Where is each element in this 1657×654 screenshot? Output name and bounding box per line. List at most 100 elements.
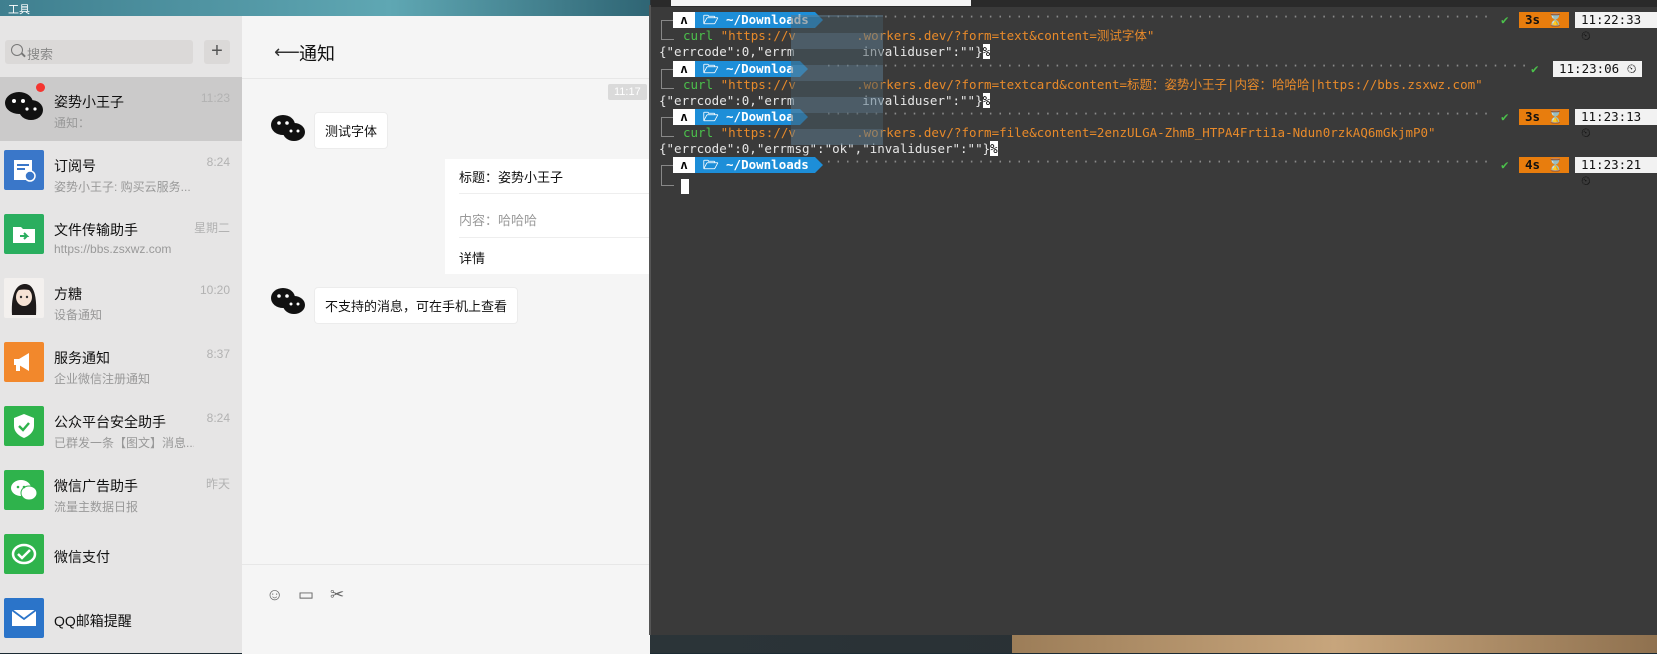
- status-ok: ✔: [1531, 61, 1539, 76]
- shield-check-icon: [4, 406, 44, 446]
- status-ok: ✔: [1501, 109, 1509, 124]
- prompt-bracket: [661, 29, 674, 40]
- desktop-label: 工具: [8, 4, 30, 16]
- time-badge: 11:23:06 ⏲: [1553, 61, 1643, 77]
- card-content: 内容：哈哈哈: [459, 213, 538, 228]
- terminal-cursor: [681, 179, 689, 194]
- conversation-time: 8:37: [206, 347, 230, 361]
- emoji-icon[interactable]: ☺: [266, 585, 283, 605]
- search-icon: [11, 44, 23, 56]
- wechat-bot-avatar: [270, 113, 306, 143]
- conversation-item[interactable]: 方糖 设备通知 10:20: [0, 269, 242, 333]
- terminal-tab: [671, 0, 971, 6]
- arch-icon: ʌ: [673, 12, 695, 28]
- mail-icon: [4, 598, 44, 638]
- status-ok: ✔: [1501, 12, 1509, 27]
- back-arrow-icon[interactable]: ⟵: [274, 42, 300, 63]
- command-name: curl: [683, 28, 721, 43]
- message-timestamp: 11:17: [608, 84, 647, 100]
- divider: [459, 193, 650, 194]
- time-badge: 11:23:21 ⏲: [1575, 157, 1657, 188]
- command-name: curl: [683, 77, 721, 92]
- conversation-item[interactable]: 微信广告助手 流量主数据日报 昨天: [0, 461, 242, 525]
- duration-badge: 3s ⌛: [1519, 12, 1570, 28]
- conversation-item[interactable]: QQ邮箱提醒: [0, 589, 242, 653]
- arch-icon: ʌ: [673, 109, 695, 125]
- wechat-pay-icon: [4, 534, 44, 574]
- conversation-item[interactable]: 公众平台安全助手 已群发一条【图文】消息... 8:24: [0, 397, 242, 461]
- conversation-name: 文件传输助手: [54, 222, 138, 238]
- conversation-time: 10:20: [199, 283, 230, 297]
- conversation-item[interactable]: 微信支付: [0, 525, 242, 589]
- prompt-filler: ········································…: [825, 109, 1493, 121]
- conversation-time: 11:23: [200, 91, 230, 105]
- terminal-topbar: [651, 0, 1657, 7]
- conversation-preview: 通知：: [54, 116, 91, 130]
- search-input[interactable]: 搜索: [5, 40, 193, 64]
- prompt-filler: ········································…: [825, 12, 1493, 24]
- chat-toolbar: ☺ ▭ ✂: [242, 564, 650, 654]
- folder-icon[interactable]: ▭: [298, 585, 314, 605]
- chat-panel: ⟵ 通知 11:17 测试字体 标题：姿势小王子 内容：哈哈哈 详情 不支持的消…: [242, 16, 650, 654]
- command-line: curl "https://v .workers.dev/?form=text&…: [683, 28, 1154, 44]
- conversation-item[interactable]: 姿势小王子 通知： 11:23: [0, 77, 242, 141]
- conversation-name: 订阅号: [54, 158, 96, 174]
- scissors-icon[interactable]: ✂: [330, 585, 344, 605]
- anime-avatar: [4, 278, 44, 318]
- conversation-name: 公众平台安全助手: [54, 414, 166, 430]
- prompt-bracket: [661, 78, 674, 89]
- conversation-preview: 流量主数据日报: [54, 500, 139, 514]
- file-transfer-icon: [4, 214, 44, 254]
- chat-title: 通知: [299, 44, 335, 64]
- message-bubble: 不支持的消息，可在手机上查看: [315, 288, 518, 323]
- conversation-name: 方糖: [54, 286, 82, 302]
- prompt-directory: 🗁 ~/Downloa: [695, 61, 808, 77]
- conversation-preview: 企业微信注册通知: [54, 372, 151, 386]
- time-badge: 11:23:13 ⏲: [1575, 109, 1657, 140]
- conversation-name: 服务通知: [54, 350, 110, 366]
- conversation-preview: https://bbs.zsxwz.com: [54, 242, 172, 256]
- command-args: "https://v .workers.dev/?form=text&conte…: [720, 28, 1155, 43]
- time-badge: 11:22:33 ⏲: [1575, 12, 1657, 43]
- message-bubble: 测试字体: [315, 113, 388, 148]
- status-ok: ✔: [1501, 157, 1509, 172]
- no-newline-marker: %: [982, 93, 991, 108]
- conversation-item[interactable]: 文件传输助手 https://bbs.zsxwz.com 星期二: [0, 205, 242, 269]
- conversation-preview: 姿势小王子: 购买云服务...: [54, 180, 191, 194]
- conversation-name: 姿势小王子: [54, 94, 124, 110]
- add-button[interactable]: +: [204, 40, 230, 64]
- no-newline-marker: %: [990, 141, 998, 156]
- search-row: 搜索 +: [5, 40, 235, 66]
- conversation-name: 微信广告助手: [54, 478, 138, 494]
- prompt-directory: 🗁 ~/Downloa: [695, 109, 808, 125]
- prompt-filler: ········································…: [825, 157, 1493, 169]
- desktop-wallpaper-beach: [1012, 635, 1657, 653]
- wechat-ad-icon: [4, 470, 44, 510]
- conversation-preview: 已群发一条【图文】消息...: [54, 436, 194, 450]
- command-name: curl: [683, 125, 721, 140]
- arch-icon: ʌ: [673, 157, 695, 173]
- desktop-top-strip: 工具: [0, 0, 650, 16]
- conversation-time: 昨天: [205, 477, 230, 491]
- arch-icon: ʌ: [673, 61, 695, 77]
- wechat-bot-avatar: [4, 86, 44, 126]
- conversation-sidebar: 搜索 + 姿势小王子 通知： 11:23 订阅号 姿势小王子: 购买云服务...…: [0, 16, 242, 653]
- divider: [459, 237, 650, 238]
- wechat-bot-avatar: [270, 286, 306, 316]
- search-placeholder: 搜索: [27, 47, 54, 62]
- prompt-filler: ········································…: [825, 61, 1525, 73]
- duration-badge: 3s ⌛: [1519, 109, 1570, 125]
- prompt-bracket: [661, 126, 674, 137]
- duration-badge: 4s ⌛: [1519, 157, 1570, 173]
- conversation-preview: 设备通知: [54, 308, 103, 322]
- terminal-window[interactable]: ʌ 🗁 ~/Downloads ························…: [649, 0, 1657, 635]
- card-title: 标题：姿势小王子: [459, 170, 564, 185]
- card-details-link[interactable]: 详情: [459, 248, 485, 267]
- subscription-icon: [4, 150, 44, 190]
- conversation-time: 星期二: [193, 221, 230, 235]
- conversation-item[interactable]: 订阅号 姿势小王子: 购买云服务... 8:24: [0, 141, 242, 205]
- text-card-message[interactable]: 标题：姿势小王子 内容：哈哈哈 详情: [445, 159, 650, 274]
- unread-badge: [36, 83, 45, 92]
- conversation-time: 8:24: [206, 155, 230, 169]
- conversation-item[interactable]: 服务通知 企业微信注册通知 8:37: [0, 333, 242, 397]
